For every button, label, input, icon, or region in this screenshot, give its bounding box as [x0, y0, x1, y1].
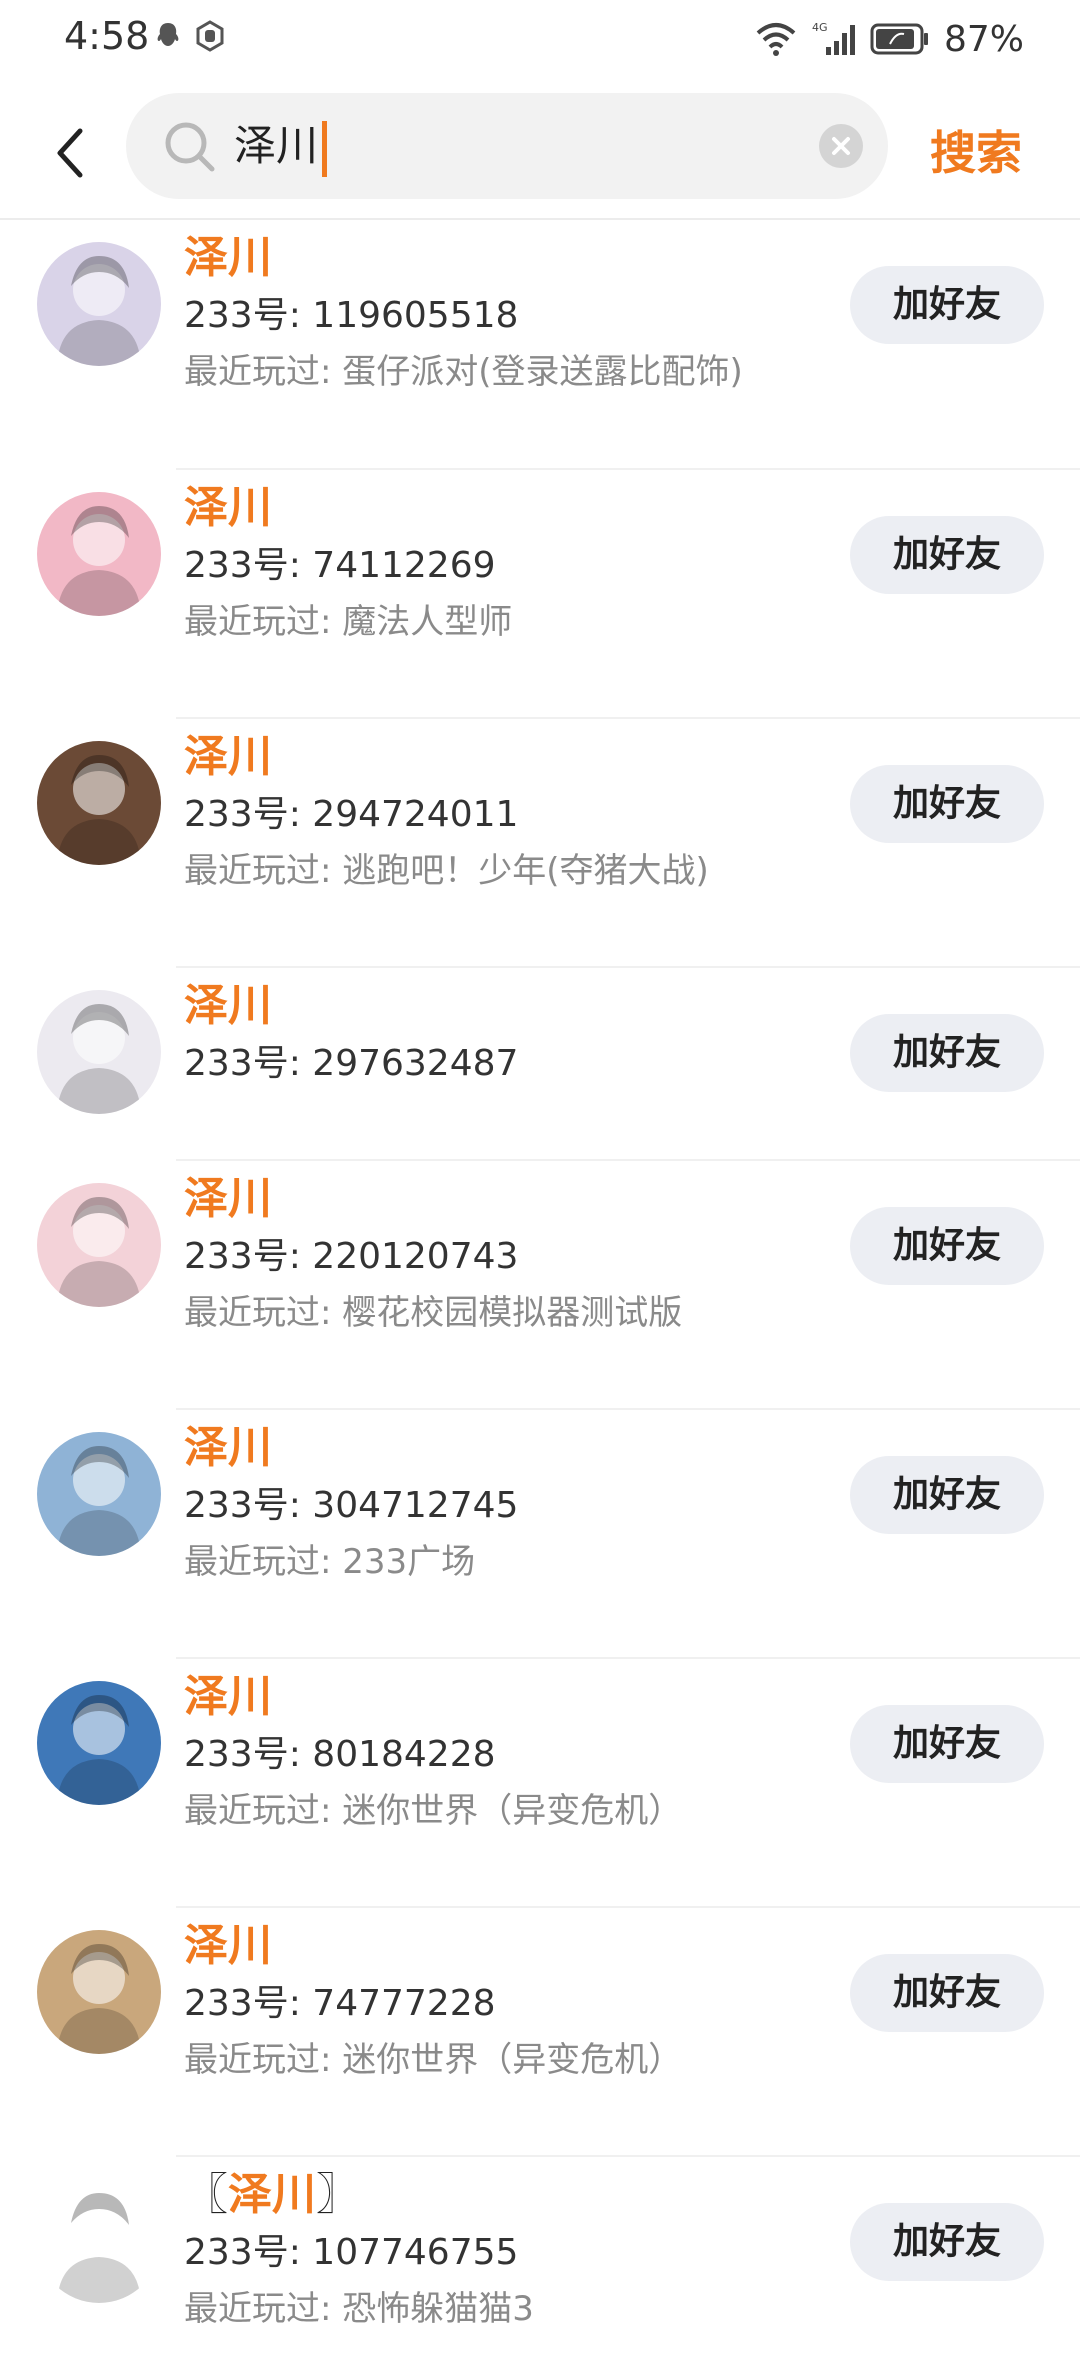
recently-played: 最近玩过: 樱花校园模拟器测试版	[184, 1293, 683, 1333]
user-name: 泽川	[184, 480, 272, 536]
back-arrow-icon	[57, 128, 83, 178]
add-friend-button[interactable]: 加好友	[850, 266, 1044, 344]
user-233-id: 233号: 304712745	[184, 1485, 519, 1526]
recently-played: 最近玩过: 逃跑吧！少年(夺猪大战)	[184, 851, 709, 891]
status-time: 4:58	[64, 14, 150, 58]
qq-notification-icon	[157, 23, 179, 46]
add-friend-button[interactable]: 加好友	[850, 1456, 1044, 1534]
avatar-illustration-icon	[57, 506, 141, 616]
user-233-id: 233号: 294724011	[184, 794, 519, 835]
user-233-id: 233号: 297632487	[184, 1043, 519, 1084]
name-bracket-right: 〗	[316, 2169, 360, 2220]
user-avatar[interactable]	[37, 1183, 161, 1307]
user-result-row[interactable]: 泽川 233号: 74112269 最近玩过: 魔法人型师 加好友	[0, 470, 1080, 719]
user-name: 泽川	[184, 1171, 272, 1227]
search-button[interactable]: 搜索	[930, 110, 1022, 196]
add-friend-button[interactable]: 加好友	[850, 1954, 1044, 2032]
back-button[interactable]	[40, 110, 100, 196]
user-result-row[interactable]: 泽川 233号: 80184228 最近玩过: 迷你世界（异变危机） 加好友	[0, 1659, 1080, 1908]
battery-icon	[870, 23, 928, 55]
avatar-illustration-icon	[57, 1197, 141, 1307]
user-233-id: 233号: 119605518	[184, 295, 519, 336]
name-bracket-left: 〖	[184, 2169, 228, 2220]
recently-played: 最近玩过: 233广场	[184, 1542, 476, 1582]
avatar-illustration-icon	[57, 1944, 141, 2054]
text-caret	[322, 120, 328, 177]
search-field[interactable]: 泽川	[126, 93, 888, 199]
avatar-illustration-icon	[57, 1004, 141, 1114]
user-name-text: 泽川	[184, 1671, 272, 1722]
user-name-text: 泽川	[184, 482, 272, 533]
user-avatar[interactable]	[37, 741, 161, 865]
add-friend-button[interactable]: 加好友	[850, 1014, 1044, 1092]
avatar-illustration-icon	[57, 1446, 141, 1556]
user-name: 〖泽川〗	[184, 2167, 360, 2223]
user-name-text: 泽川	[184, 1920, 272, 1971]
user-name-text: 泽川	[184, 980, 272, 1031]
user-name-text: 泽川	[228, 2169, 316, 2220]
search-icon	[165, 122, 215, 172]
user-avatar[interactable]	[37, 492, 161, 616]
user-name: 泽川	[184, 729, 272, 785]
search-input-value: 泽川	[234, 121, 319, 170]
user-avatar[interactable]	[37, 1930, 161, 2054]
status-indicators: 4G 87%	[754, 14, 1024, 64]
avatar-illustration-icon	[57, 1695, 141, 1805]
user-result-row[interactable]: 泽川 233号: 297632487 加好友	[0, 968, 1080, 1161]
svg-text:4G: 4G	[812, 21, 828, 34]
wifi-icon	[756, 23, 796, 56]
recently-played: 最近玩过: 恐怖躲猫猫3	[184, 2289, 534, 2329]
hand-notification-icon	[196, 20, 224, 52]
user-233-id: 233号: 220120743	[184, 1236, 519, 1277]
recently-played: 最近玩过: 迷你世界（异变危机）	[184, 2040, 683, 2080]
clear-input-icon[interactable]	[818, 123, 864, 169]
user-result-row[interactable]: 〖泽川〗 233号: 107746755 最近玩过: 恐怖躲猫猫3 加好友	[0, 2157, 1080, 2357]
user-result-row[interactable]: 泽川 233号: 220120743 最近玩过: 樱花校园模拟器测试版 加好友	[0, 1161, 1080, 1410]
add-friend-button[interactable]: 加好友	[850, 765, 1044, 843]
user-avatar[interactable]	[37, 242, 161, 366]
user-avatar[interactable]	[37, 2179, 161, 2303]
user-result-row[interactable]: 泽川 233号: 294724011 最近玩过: 逃跑吧！少年(夺猪大战) 加好友	[0, 719, 1080, 968]
battery-percentage: 87%	[943, 18, 1024, 60]
user-avatar[interactable]	[37, 1432, 161, 1556]
recently-played: 最近玩过: 蛋仔派对(登录送露比配饰)	[184, 352, 743, 392]
status-bar: 4:58 4G 87%	[0, 0, 1080, 80]
user-name-text: 泽川	[184, 232, 272, 283]
user-name: 泽川	[184, 978, 272, 1034]
user-name: 泽川	[184, 1918, 272, 1974]
add-friend-button[interactable]: 加好友	[850, 1705, 1044, 1783]
avatar-illustration-icon	[57, 755, 141, 865]
user-name: 泽川	[184, 230, 272, 286]
user-result-row[interactable]: 泽川 233号: 119605518 最近玩过: 蛋仔派对(登录送露比配饰) 加好友	[0, 220, 1080, 470]
user-233-id: 233号: 74112269	[184, 545, 496, 586]
user-avatar[interactable]	[37, 990, 161, 1114]
user-result-row[interactable]: 泽川 233号: 74777228 最近玩过: 迷你世界（异变危机） 加好友	[0, 1908, 1080, 2157]
add-friend-button[interactable]: 加好友	[850, 1207, 1044, 1285]
search-header: 泽川 搜索	[0, 80, 1080, 220]
user-avatar[interactable]	[37, 1681, 161, 1805]
user-name-text: 泽川	[184, 1422, 272, 1473]
search-input[interactable]: 泽川	[234, 93, 328, 199]
user-name: 泽川	[184, 1420, 272, 1476]
avatar-illustration-icon	[57, 256, 141, 366]
add-friend-button[interactable]: 加好友	[850, 516, 1044, 594]
user-result-row[interactable]: 泽川 233号: 304712745 最近玩过: 233广场 加好友	[0, 1410, 1080, 1659]
avatar-illustration-icon	[57, 2193, 141, 2303]
user-233-id: 233号: 74777228	[184, 1983, 496, 2024]
user-233-id: 233号: 80184228	[184, 1734, 496, 1775]
user-233-id: 233号: 107746755	[184, 2232, 519, 2273]
recently-played: 最近玩过: 魔法人型师	[184, 602, 513, 642]
user-name: 泽川	[184, 1669, 272, 1725]
add-friend-button[interactable]: 加好友	[850, 2203, 1044, 2281]
cellular-signal-icon: 4G	[812, 21, 855, 55]
user-name-text: 泽川	[184, 1173, 272, 1224]
user-name-text: 泽川	[184, 731, 272, 782]
recently-played: 最近玩过: 迷你世界（异变危机）	[184, 1791, 683, 1831]
